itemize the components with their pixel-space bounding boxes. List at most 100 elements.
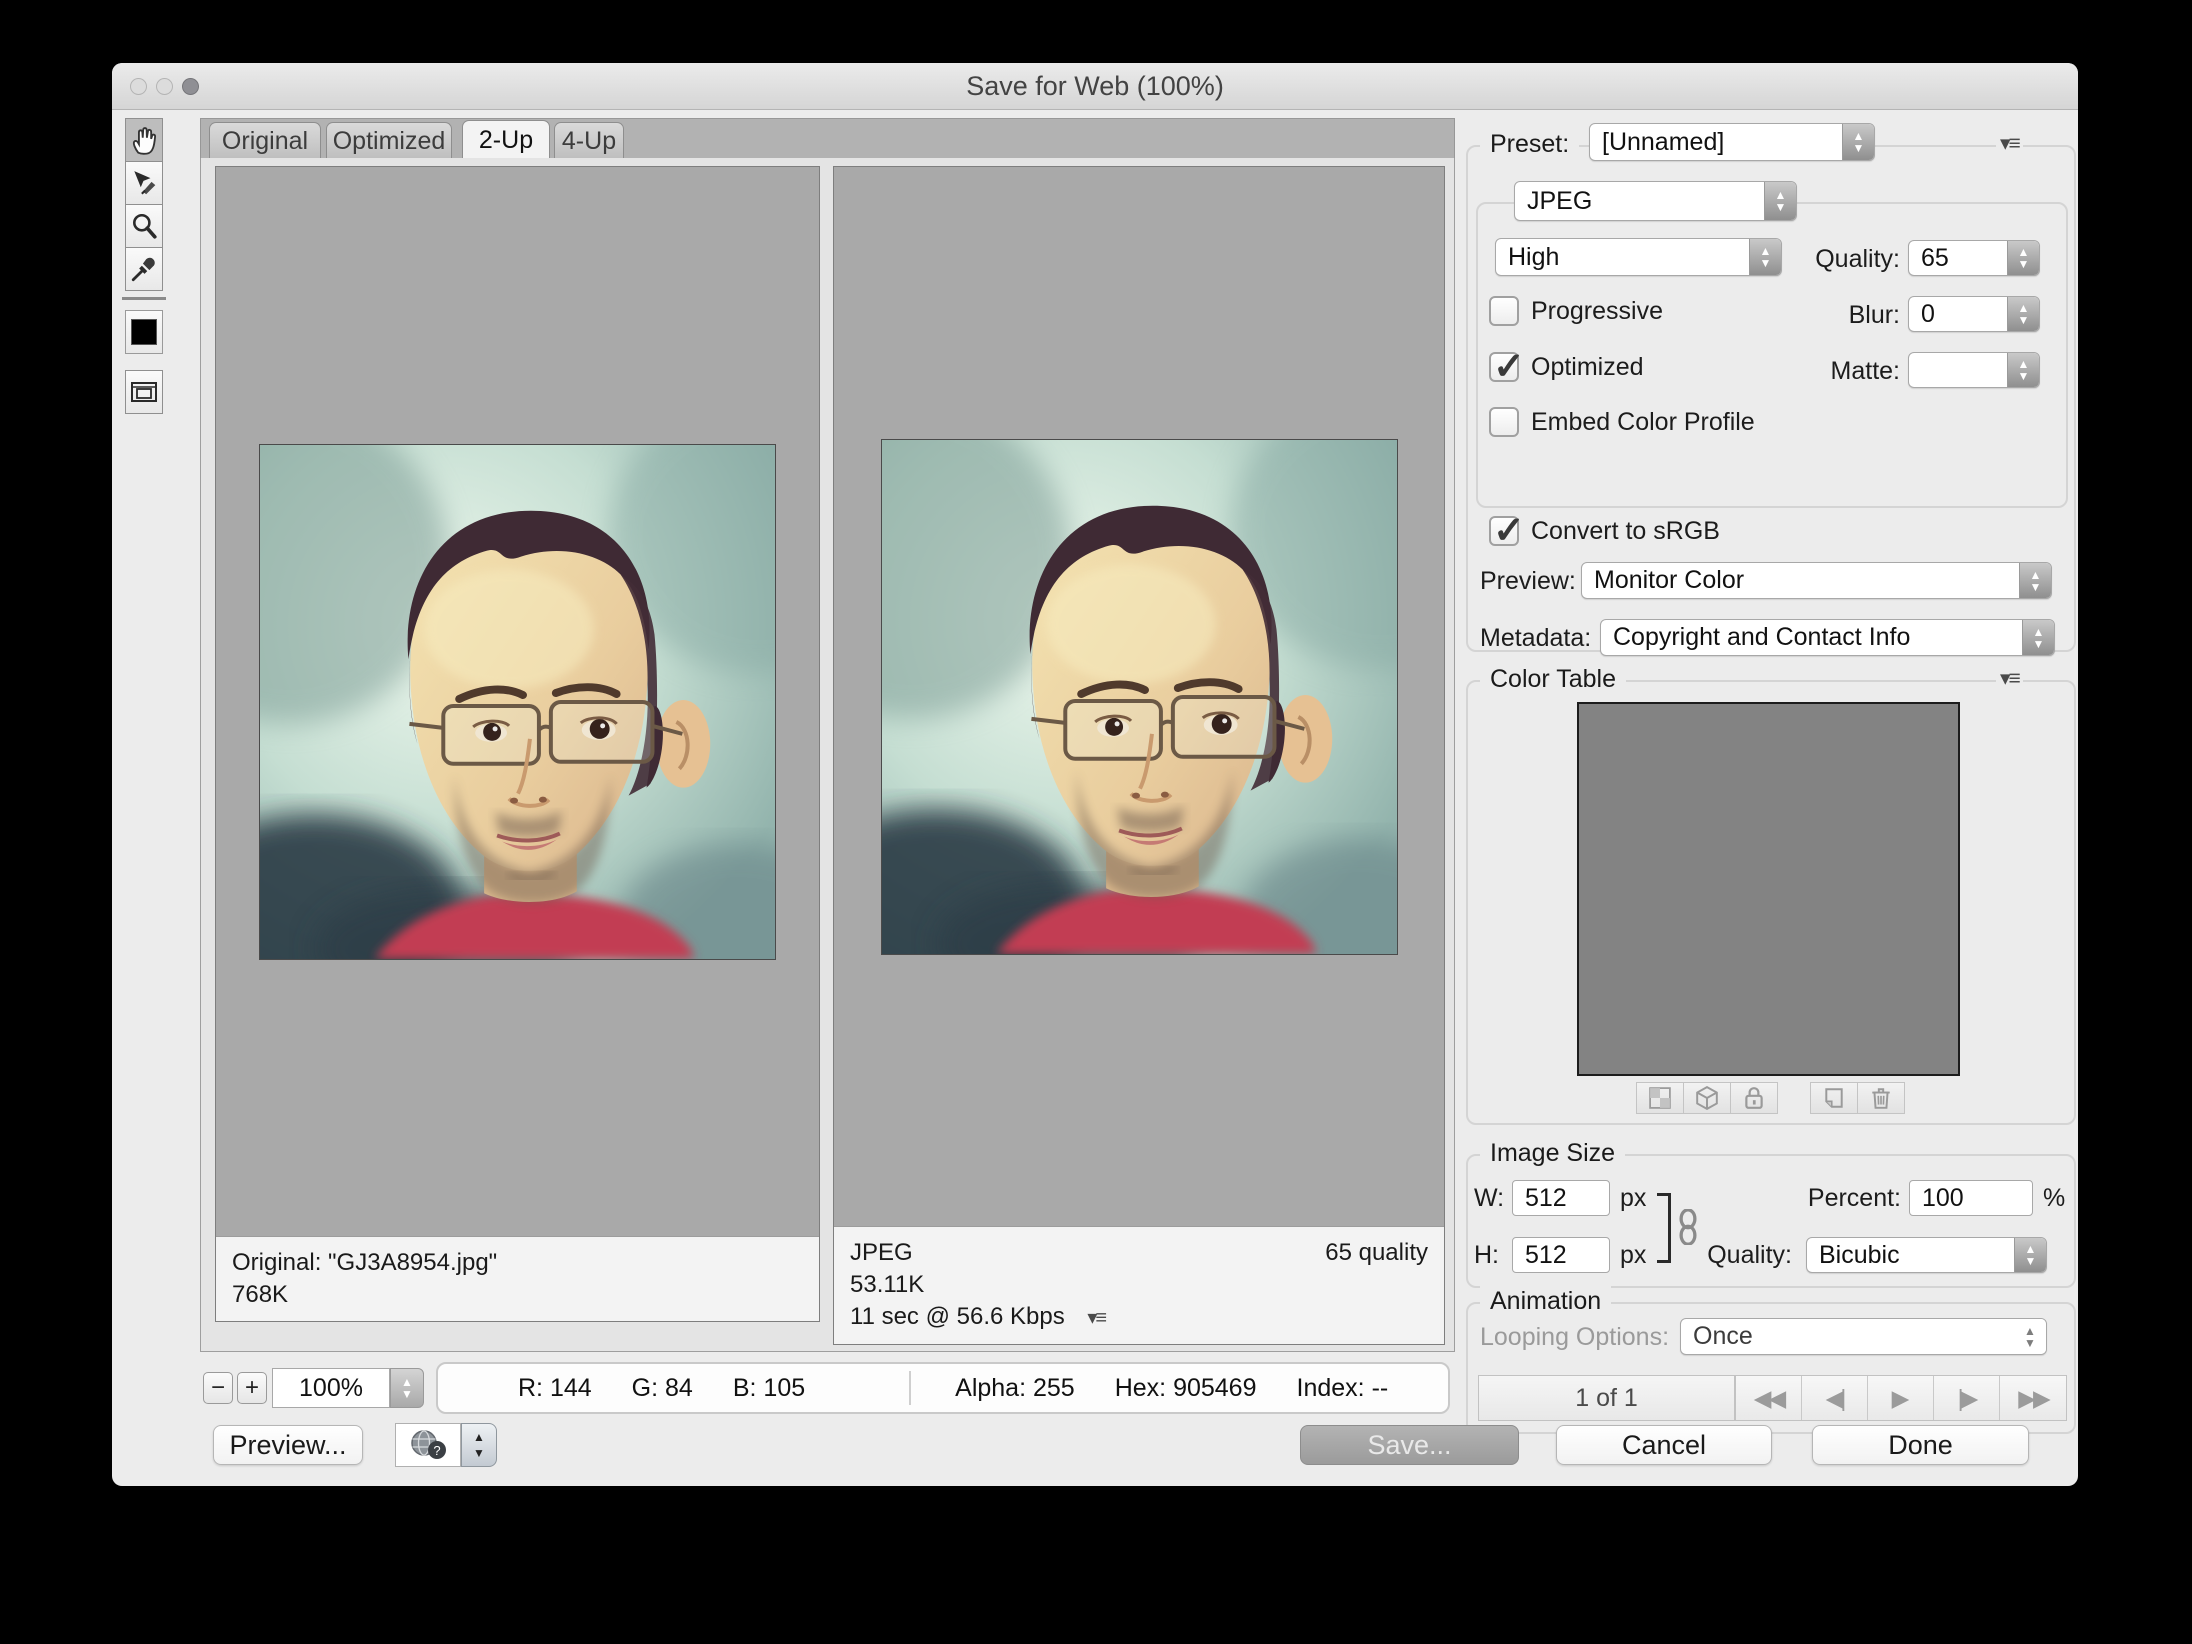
quality-value: 65 [1909, 241, 2007, 275]
settings-menu-icon[interactable]: ▾≡ [1996, 131, 2023, 157]
eyedropper-tool-button[interactable] [125, 247, 163, 291]
map-transparency-button[interactable] [1636, 1082, 1684, 1114]
color-table-swatches [1577, 702, 1960, 1076]
save-button[interactable]: Save... [1300, 1425, 1519, 1465]
current-color-black [131, 319, 157, 345]
height-field[interactable]: 512 [1512, 1237, 1610, 1273]
preview-pane-optimized[interactable]: JPEG 65 quality 53.11K 11 sec @ 56.6 Kbp… [833, 166, 1445, 1345]
looping-stepper-icon [2014, 1319, 2046, 1354]
previous-frame-button[interactable]: ◀| [1802, 1376, 1868, 1420]
zoom-level-stepper[interactable] [390, 1368, 424, 1408]
optimized-image-view[interactable] [834, 167, 1444, 1226]
optimized-format: JPEG [850, 1237, 913, 1269]
download-speed-menu-icon[interactable]: ▾≡ [1087, 1307, 1105, 1329]
blur-stepper-icon [2007, 297, 2039, 331]
embed-color-profile-checkbox[interactable] [1489, 407, 1519, 437]
hand-icon [130, 125, 158, 155]
width-unit: px [1620, 1183, 1646, 1213]
width-field[interactable]: 512 [1512, 1180, 1610, 1216]
blur-label: Blur: [1802, 300, 1900, 330]
done-button[interactable]: Done [1812, 1425, 2029, 1465]
minimize-button[interactable] [156, 78, 173, 95]
transparency-icon [1649, 1087, 1671, 1109]
titlebar: Save for Web (100%) [112, 63, 2078, 110]
optimized-checkbox[interactable] [1489, 352, 1519, 382]
tab-2up[interactable]: 2-Up [462, 120, 550, 158]
color-table-title: Color Table [1480, 664, 1626, 694]
preview-button[interactable]: Preview... [213, 1425, 363, 1465]
slices-visibility-icon [130, 379, 158, 405]
zoom-tool-button[interactable] [125, 204, 163, 248]
new-color-button[interactable] [1810, 1082, 1858, 1114]
matte-label: Matte: [1802, 356, 1900, 386]
quality-field[interactable]: 65 [1908, 240, 2040, 276]
cancel-button[interactable]: Cancel [1556, 1425, 1772, 1465]
first-frame-button[interactable]: ◀◀ [1736, 1376, 1802, 1420]
format-value: JPEG [1515, 182, 1764, 220]
toggle-slices-visibility-button[interactable] [125, 370, 163, 414]
window-title: Save for Web (100%) [112, 63, 2078, 110]
preset-dropdown[interactable]: [Unnamed] [1589, 123, 1875, 161]
convert-srgb-checkbox[interactable] [1489, 516, 1519, 546]
hand-tool-button[interactable] [125, 118, 163, 162]
zoom-out-button[interactable]: − [203, 1372, 233, 1404]
preview-mode-label: Preview: [1480, 566, 1576, 596]
readout-r: R: 144 [518, 1374, 592, 1403]
compression-dropdown[interactable]: High [1495, 238, 1782, 276]
optimized-quality: 65 quality [1325, 1237, 1428, 1269]
optimized-info-bar: JPEG 65 quality 53.11K 11 sec @ 56.6 Kbp… [834, 1226, 1444, 1344]
preview-mode-stepper-icon [2019, 563, 2051, 598]
lock-icon [1743, 1086, 1765, 1110]
last-frame-button[interactable]: ▶▶ [2000, 1376, 2066, 1420]
magnifier-icon [130, 212, 158, 240]
metadata-dropdown[interactable]: Copyright and Contact Info [1600, 619, 2055, 656]
preset-label: Preset: [1480, 129, 1579, 159]
quality-label: Quality: [1802, 244, 1900, 274]
new-swatch-icon [1823, 1087, 1845, 1109]
original-image-view[interactable] [216, 167, 819, 1236]
toolbar-divider [122, 297, 166, 300]
svg-text:?: ? [433, 1443, 440, 1458]
tab-optimized[interactable]: Optimized [326, 122, 452, 158]
preview-mode-value: Monitor Color [1582, 563, 2019, 598]
resample-quality-dropdown[interactable]: Bicubic [1806, 1237, 2047, 1273]
play-button[interactable]: ▶ [1868, 1376, 1934, 1420]
original-info-bar: Original: "GJ3A8954.jpg" 768K [216, 1236, 819, 1321]
playback-controls: ◀◀ ◀| ▶ |▶ ▶▶ [1735, 1375, 2067, 1421]
preview-pane-original[interactable]: Original: "GJ3A8954.jpg" 768K [215, 166, 820, 1322]
lock-color-button[interactable] [1730, 1082, 1778, 1114]
preset-value: [Unnamed] [1590, 124, 1842, 160]
zoom-in-button[interactable]: + [237, 1372, 267, 1404]
readout-b: B: 105 [733, 1374, 805, 1403]
tab-original[interactable]: Original [209, 122, 321, 158]
delete-color-button[interactable] [1857, 1082, 1905, 1114]
web-shift-button[interactable] [1683, 1082, 1731, 1114]
browser-globe-icon: ? [408, 1428, 448, 1462]
eyedropper-color-swatch[interactable] [125, 310, 163, 354]
next-frame-button[interactable]: |▶ [1934, 1376, 2000, 1420]
preview-browser-selector[interactable]: ? [395, 1423, 461, 1467]
metadata-label: Metadata: [1480, 623, 1591, 653]
trash-icon [1870, 1086, 1892, 1110]
format-dropdown[interactable]: JPEG [1514, 181, 1797, 221]
zoom-level-field[interactable]: 100% [272, 1368, 390, 1408]
looping-options-dropdown[interactable]: Once [1680, 1318, 2047, 1355]
blur-field[interactable]: 0 [1908, 296, 2040, 332]
browser-selector-stepper[interactable] [461, 1423, 497, 1467]
eyedropper-icon [130, 255, 158, 283]
tab-4up[interactable]: 4-Up [554, 122, 624, 158]
maximize-button[interactable] [182, 78, 199, 95]
progressive-checkbox[interactable] [1489, 296, 1519, 326]
readout-g: G: 84 [632, 1374, 693, 1403]
slice-select-tool-button[interactable] [125, 161, 163, 205]
percent-field[interactable]: 100 [1909, 1180, 2033, 1216]
compression-stepper-icon [1749, 239, 1781, 275]
close-button[interactable] [130, 78, 147, 95]
preview-mode-dropdown[interactable]: Monitor Color [1581, 562, 2052, 599]
resample-stepper-icon [2014, 1238, 2046, 1272]
color-table-menu-icon[interactable]: ▾≡ [1996, 666, 2023, 692]
screenshot-root: Save for Web (100%) Original Optimized 2… [0, 0, 2192, 1644]
readout-alpha: Alpha: 255 [955, 1374, 1075, 1403]
matte-dropdown[interactable] [1908, 352, 2040, 388]
image-size-title: Image Size [1480, 1138, 1625, 1168]
